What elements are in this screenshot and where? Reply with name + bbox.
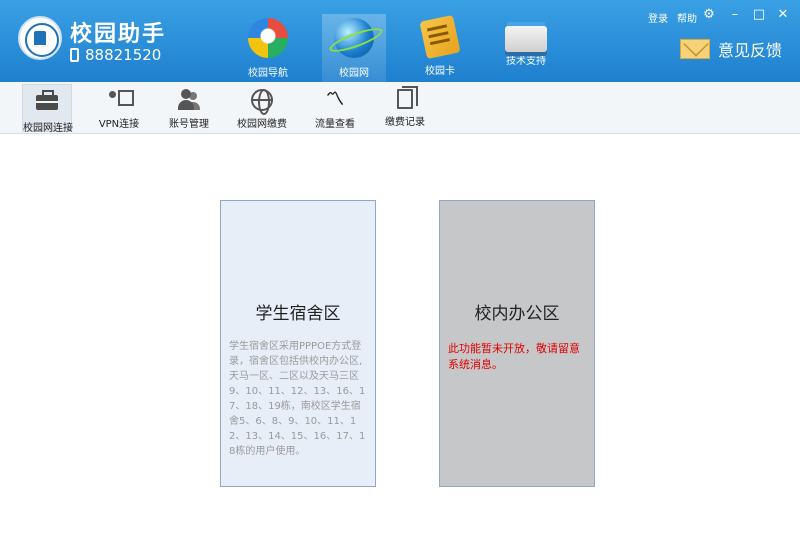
nav-tab-campus-navigation[interactable]: 校园导航 (236, 12, 300, 82)
nav-tab-campus-network[interactable]: 校园网 (322, 14, 386, 82)
envelope-icon (680, 39, 710, 59)
close-icon[interactable]: ✕ (776, 8, 790, 22)
university-logo-icon (18, 16, 62, 60)
minimize-icon[interactable]: – (728, 8, 742, 22)
toolbar-item-label: VPN连接 (98, 119, 140, 130)
tech-support-icon (505, 26, 547, 52)
gear-icon[interactable]: ⚙ (702, 8, 716, 22)
maximize-icon[interactable]: □ (752, 8, 766, 22)
phone-icon (70, 48, 79, 62)
hotline-number: 88821520 (85, 46, 162, 64)
card-title: 校内办公区 (474, 304, 560, 324)
hotline: 88821520 (70, 46, 161, 64)
app-header: 校园助手 88821520 校园导航 校园网 校园卡 技术支持 登录 帮助 ⚙ … (0, 0, 800, 82)
document-icon (397, 86, 418, 109)
card-title: 学生宿舍区 (255, 304, 341, 324)
toolbar-item-payment-records[interactable]: 缴费记录 (380, 84, 430, 132)
toolbar-item-account-management[interactable]: 账号管理 (164, 84, 214, 132)
brand: 校园助手 88821520 (18, 14, 168, 70)
toolbar-item-traffic-view[interactable]: 〽 流量查看 (310, 84, 360, 132)
vpn-presenter-icon (108, 89, 134, 111)
login-link[interactable]: 登录 (648, 10, 668, 25)
toolbar-item-label: 校园网连接 (23, 123, 73, 134)
toolbar-item-label: 缴费记录 (385, 117, 425, 128)
nav-tab-label: 校园导航 (248, 68, 288, 79)
toolbar-item-network-payment[interactable]: 校园网缴费 (234, 84, 290, 132)
campus-network-globe-icon (334, 18, 374, 58)
nav-tab-label: 技术支持 (506, 56, 546, 67)
help-link[interactable]: 帮助 (677, 10, 697, 25)
toolbar-item-campus-net-connect[interactable]: 校园网连接 (22, 84, 73, 134)
sub-toolbar: 校园网连接 VPN连接 账号管理 校园网缴费 〽 流量查看 缴费记录 (0, 82, 800, 134)
nav-tab-tech-support[interactable]: 技术支持 (494, 12, 558, 82)
campus-navigation-icon (248, 18, 288, 58)
users-icon (178, 89, 200, 111)
toolbar-item-label: 账号管理 (169, 119, 209, 130)
briefcase-icon (36, 90, 58, 110)
traffic-chart-icon: 〽 (326, 89, 344, 110)
window-controls: 登录 帮助 ⚙ – □ ✕ (640, 0, 800, 30)
nav-tab-label: 校园卡 (425, 66, 455, 77)
office-area-card[interactable]: 校内办公区 此功能暂未开放，敬请留意系统消息。 (439, 200, 595, 487)
nav-tab-label: 校园网 (339, 68, 369, 79)
card-description: 学生宿舍区采用PPPOE方式登录，宿舍区包括供校内办公区,天马一区、二区以及天马… (229, 341, 366, 457)
nav-tab-campus-card[interactable]: 校园卡 (408, 12, 472, 82)
toolbar-item-label: 流量查看 (315, 119, 355, 130)
globe-icon (251, 89, 273, 115)
campus-card-icon (419, 14, 461, 60)
app-title: 校园助手 (70, 22, 167, 47)
toolbar-item-label: 校园网缴费 (237, 119, 287, 130)
unavailable-notice: 此功能暂未开放，敬请留意系统消息。 (448, 342, 580, 371)
feedback-label: 意见反馈 (718, 41, 783, 60)
toolbar-item-vpn-connect[interactable]: VPN连接 (94, 84, 144, 132)
dorm-area-card[interactable]: 学生宿舍区 学生宿舍区采用PPPOE方式登录，宿舍区包括供校内办公区,天马一区、… (220, 200, 376, 487)
